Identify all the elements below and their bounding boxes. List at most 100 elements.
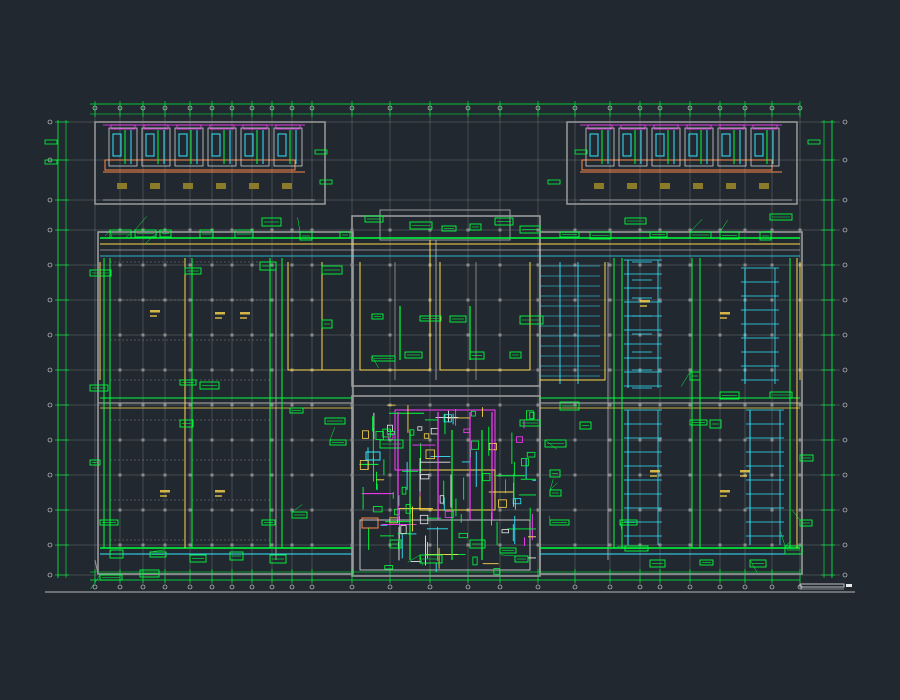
structural-column xyxy=(743,228,747,232)
grid-bubble xyxy=(842,297,848,303)
tank-annotation xyxy=(807,139,821,145)
plant-fitting xyxy=(439,495,445,504)
structural-column xyxy=(498,333,502,337)
structural-column xyxy=(290,228,294,232)
grid-bubble xyxy=(187,584,193,590)
structural-column xyxy=(688,333,692,337)
grid-bubble xyxy=(535,584,541,590)
central-notch xyxy=(379,209,511,241)
plant-fitting xyxy=(401,486,407,495)
structural-column xyxy=(290,263,294,267)
column-grid xyxy=(47,105,848,590)
tank-label-tag xyxy=(282,183,292,189)
structural-column xyxy=(688,508,692,512)
tank-label-tag xyxy=(726,183,736,189)
structural-column xyxy=(310,333,314,337)
grid-bubble xyxy=(842,402,848,408)
structural-column xyxy=(230,263,234,267)
tank-label-tag xyxy=(627,183,637,189)
structural-column xyxy=(718,298,722,302)
grid-bubble xyxy=(842,542,848,548)
structural-column xyxy=(466,228,470,232)
grid-bubble xyxy=(249,584,255,590)
tank-pump xyxy=(754,133,764,157)
structural-column xyxy=(743,263,747,267)
grid-bubble xyxy=(47,542,53,548)
structural-column xyxy=(658,543,662,547)
structural-column xyxy=(310,228,314,232)
structural-column xyxy=(688,438,692,442)
structural-column xyxy=(250,438,254,442)
structural-column xyxy=(608,228,612,232)
tank-pump xyxy=(589,133,599,157)
structural-column xyxy=(658,263,662,267)
tank-header xyxy=(752,124,778,130)
grid-bubble xyxy=(47,227,53,233)
grid-bubble xyxy=(637,584,643,590)
leader-line xyxy=(90,574,101,590)
structural-column xyxy=(188,368,192,372)
structural-column xyxy=(290,298,294,302)
structural-column xyxy=(536,368,540,372)
tank-header xyxy=(209,124,235,130)
grid-bubble xyxy=(47,437,53,443)
grid-bubble xyxy=(47,297,53,303)
grid-bubble xyxy=(309,584,315,590)
room-label-mark xyxy=(215,495,222,497)
structural-column xyxy=(428,438,432,442)
structural-column xyxy=(658,438,662,442)
grid-bubble xyxy=(657,584,663,590)
tank-label-tag xyxy=(249,183,259,189)
grid-bubble xyxy=(47,119,53,125)
plant-fitting xyxy=(470,440,480,450)
grid-bubble xyxy=(47,332,53,338)
plant-tank xyxy=(361,517,379,529)
structural-column xyxy=(210,508,214,512)
structural-column xyxy=(230,228,234,232)
structural-column xyxy=(608,473,612,477)
plant-fitting xyxy=(430,427,439,435)
structural-column xyxy=(250,508,254,512)
structural-column xyxy=(688,263,692,267)
grid-bubble xyxy=(497,584,503,590)
room-label-mark xyxy=(160,490,170,493)
scale-bar-box xyxy=(799,583,845,588)
structural-column xyxy=(141,543,145,547)
structural-column xyxy=(770,298,774,302)
structural-column xyxy=(388,298,392,302)
structural-column xyxy=(250,263,254,267)
structural-column xyxy=(770,368,774,372)
plant-fitting xyxy=(498,499,507,508)
leader-line xyxy=(749,559,758,573)
structural-column xyxy=(466,263,470,267)
structural-column xyxy=(770,543,774,547)
structural-column xyxy=(290,473,294,477)
structural-column xyxy=(388,228,392,232)
structural-column xyxy=(658,403,662,407)
grid-bubble xyxy=(289,584,295,590)
central-upper-wall xyxy=(351,215,541,387)
structural-column xyxy=(638,403,642,407)
floor-plan-drawing xyxy=(44,101,855,593)
structural-column xyxy=(466,298,470,302)
tank-label-tag xyxy=(759,183,769,189)
tank-room-units xyxy=(44,124,821,201)
plant-fitting xyxy=(359,460,369,470)
structural-column xyxy=(270,403,274,407)
structural-column xyxy=(608,333,612,337)
scale-bar xyxy=(799,583,852,590)
structural-column xyxy=(770,263,774,267)
plant-fitting xyxy=(417,426,423,431)
grid-bubble xyxy=(47,367,53,373)
grid-bubble xyxy=(842,119,848,125)
structural-column xyxy=(718,403,722,407)
cad-drawing-canvas xyxy=(0,0,900,700)
tank-label-tag xyxy=(660,183,670,189)
plant-fitting xyxy=(472,556,478,566)
structural-column xyxy=(688,403,692,407)
structural-column xyxy=(573,228,577,232)
tank-header xyxy=(143,124,169,130)
structural-column xyxy=(270,333,274,337)
grid-bubble xyxy=(769,584,775,590)
leader-line xyxy=(134,216,147,231)
